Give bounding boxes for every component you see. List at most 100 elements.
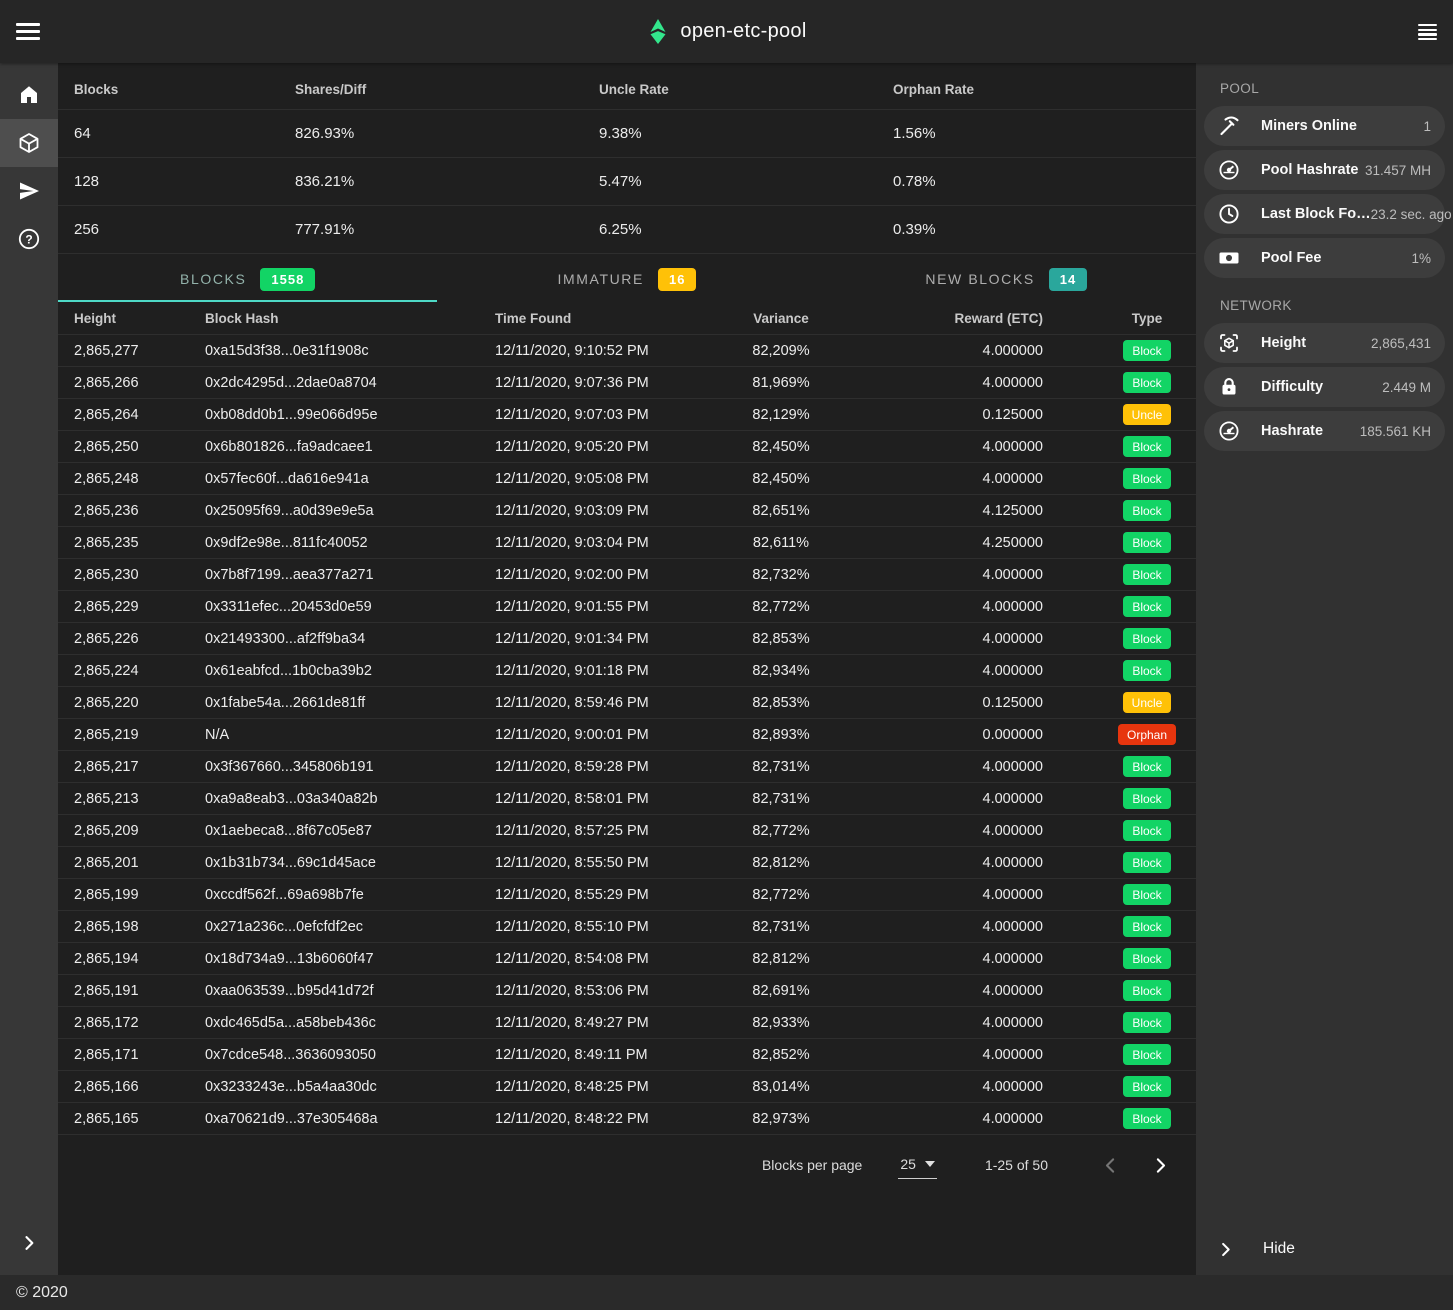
block-row: 2,865,2290x3311efec...20453d0e5912/11/20… (58, 591, 1196, 623)
block-reward: 4.000000 (864, 751, 1098, 782)
pool-chips: Miners Online1Pool Hashrate31.457 MHLast… (1196, 106, 1453, 278)
blocks-per-page-select[interactable]: 25 (898, 1152, 937, 1179)
block-reward: 4.000000 (864, 623, 1098, 654)
block-type-cell: Block (1098, 335, 1196, 366)
block-row: 2,865,2010x1b31b734...69c1d45ace12/11/20… (58, 847, 1196, 879)
block-height: 2,865,199 (58, 879, 205, 910)
block-variance: 82,853% (698, 687, 864, 718)
block-row: 2,865,2090x1aebeca8...8f67c05e8712/11/20… (58, 815, 1196, 847)
nav-home[interactable] (0, 71, 58, 119)
block-height: 2,865,217 (58, 751, 205, 782)
type-badge-block: Block (1123, 916, 1170, 937)
network-chips: Height2,865,431Difficulty2.449 MHashrate… (1196, 323, 1453, 451)
stat-label: Miners Online (1261, 118, 1357, 134)
block-row: 2,865,1990xccdf562f...69a698b7fe12/11/20… (58, 879, 1196, 911)
stat-value: 1% (1411, 251, 1431, 266)
block-row: 2,865,1720xdc465d5a...a58beb436c12/11/20… (58, 1007, 1196, 1039)
lock-icon (1217, 375, 1241, 399)
stat-chip-miners-online: Miners Online1 (1204, 106, 1445, 146)
stat-label: Height (1261, 335, 1306, 351)
block-time: 12/11/2020, 8:55:50 PM (495, 847, 698, 878)
block-reward: 4.000000 (864, 559, 1098, 590)
stats-col-header-shares-diff: Shares/Diff (279, 70, 583, 109)
blocks-col-header-block-hash: Block Hash (205, 302, 495, 334)
block-hash: 0xa9a8eab3...03a340a82b (205, 783, 495, 814)
block-time: 12/11/2020, 8:58:01 PM (495, 783, 698, 814)
block-height: 2,865,198 (58, 911, 205, 942)
left-nav-rail: ? (0, 63, 58, 1275)
block-type-cell: Uncle (1098, 687, 1196, 718)
hide-sidebar-button[interactable]: Hide (1196, 1223, 1453, 1275)
page-range: 1-25 of 50 (985, 1157, 1048, 1173)
tab-new-blocks[interactable]: NEW BLOCKS14 (817, 258, 1196, 302)
block-reward: 4.000000 (864, 815, 1098, 846)
block-hash: 0xb08dd0b1...99e066d95e (205, 399, 495, 430)
block-type-cell: Block (1098, 879, 1196, 910)
tab-immature[interactable]: IMMATURE 16 (437, 258, 816, 302)
block-reward: 4.000000 (864, 463, 1098, 494)
type-badge-block: Block (1123, 1108, 1170, 1129)
block-type-cell: Block (1098, 1007, 1196, 1038)
block-hash: 0x2dc4295d...2dae0a8704 (205, 367, 495, 398)
pool-section-label: POOL (1196, 65, 1453, 106)
block-row: 2,865,219N/A12/11/2020, 9:00:01 PM82,893… (58, 719, 1196, 751)
block-hash: 0x25095f69...a0d39e9e5a (205, 495, 495, 526)
block-row: 2,865,2260x21493300...af2ff9ba3412/11/20… (58, 623, 1196, 655)
stats-value: 64 (58, 110, 279, 157)
page-size-value: 25 (900, 1156, 916, 1172)
type-badge-block: Block (1123, 980, 1170, 1001)
block-type-cell: Block (1098, 943, 1196, 974)
tab-count-badge: 16 (658, 268, 696, 291)
nav-payments[interactable] (0, 167, 58, 215)
block-height: 2,865,226 (58, 623, 205, 654)
block-reward: 4.000000 (864, 943, 1098, 974)
block-hash: 0x7b8f7199...aea377a271 (205, 559, 495, 590)
cube-scan-icon (1217, 331, 1241, 355)
block-hash: 0x1fabe54a...2661de81ff (205, 687, 495, 718)
block-time: 12/11/2020, 9:01:18 PM (495, 655, 698, 686)
next-page-button[interactable] (1142, 1147, 1178, 1183)
block-height: 2,865,264 (58, 399, 205, 430)
block-height: 2,865,171 (58, 1039, 205, 1070)
block-type-cell: Block (1098, 495, 1196, 526)
block-variance: 82,853% (698, 623, 864, 654)
block-reward: 4.000000 (864, 1039, 1098, 1070)
previous-page-button[interactable] (1092, 1147, 1128, 1183)
stats-sidebar: POOL Miners Online1Pool Hashrate31.457 M… (1196, 63, 1453, 1275)
home-icon (17, 83, 41, 107)
block-hash: 0xa15d3f38...0e31f1908c (205, 335, 495, 366)
type-badge-block: Block (1123, 660, 1170, 681)
block-reward: 4.000000 (864, 1071, 1098, 1102)
stat-value: 185.561 KH (1360, 424, 1431, 439)
block-variance: 82,129% (698, 399, 864, 430)
brand: open-etc-pool (646, 18, 806, 45)
block-variance: 82,450% (698, 431, 864, 462)
block-hash: 0x3233243e...b5a4aa30dc (205, 1071, 495, 1102)
block-time: 12/11/2020, 8:49:27 PM (495, 1007, 698, 1038)
type-badge-block: Block (1123, 1076, 1170, 1097)
stats-value: 777.91% (279, 206, 583, 253)
block-variance: 82,812% (698, 943, 864, 974)
block-height: 2,865,277 (58, 335, 205, 366)
stat-label: Last Block Fo… (1261, 206, 1371, 222)
block-row: 2,865,2130xa9a8eab3...03a340a82b12/11/20… (58, 783, 1196, 815)
block-variance: 82,973% (698, 1103, 864, 1134)
rail-expand-button[interactable] (0, 1233, 58, 1253)
block-reward: 4.000000 (864, 879, 1098, 910)
block-row: 2,865,1660x3233243e...b5a4aa30dc12/11/20… (58, 1071, 1196, 1103)
right-menu-icon[interactable] (1418, 24, 1437, 40)
block-height: 2,865,172 (58, 1007, 205, 1038)
chevron-right-icon (19, 1233, 39, 1253)
tabs: BLOCKS1558 IMMATURE 16 NEW BLOCKS14 (58, 258, 1196, 302)
tab-label: IMMATURE (558, 271, 644, 287)
tab-blocks[interactable]: BLOCKS1558 (58, 258, 437, 302)
stat-chip-last-block-fo: Last Block Fo…23.2 sec. ago (1204, 194, 1445, 234)
nav-help[interactable]: ? (0, 215, 58, 263)
nav-blocks[interactable] (0, 119, 58, 167)
block-row: 2,865,1980x271a236c...0efcfdf2ec12/11/20… (58, 911, 1196, 943)
menu-icon[interactable] (16, 23, 40, 40)
block-time: 12/11/2020, 9:10:52 PM (495, 335, 698, 366)
stats-value: 836.21% (279, 158, 583, 205)
stat-chip-pool-hashrate: Pool Hashrate31.457 MH (1204, 150, 1445, 190)
block-type-cell: Block (1098, 463, 1196, 494)
